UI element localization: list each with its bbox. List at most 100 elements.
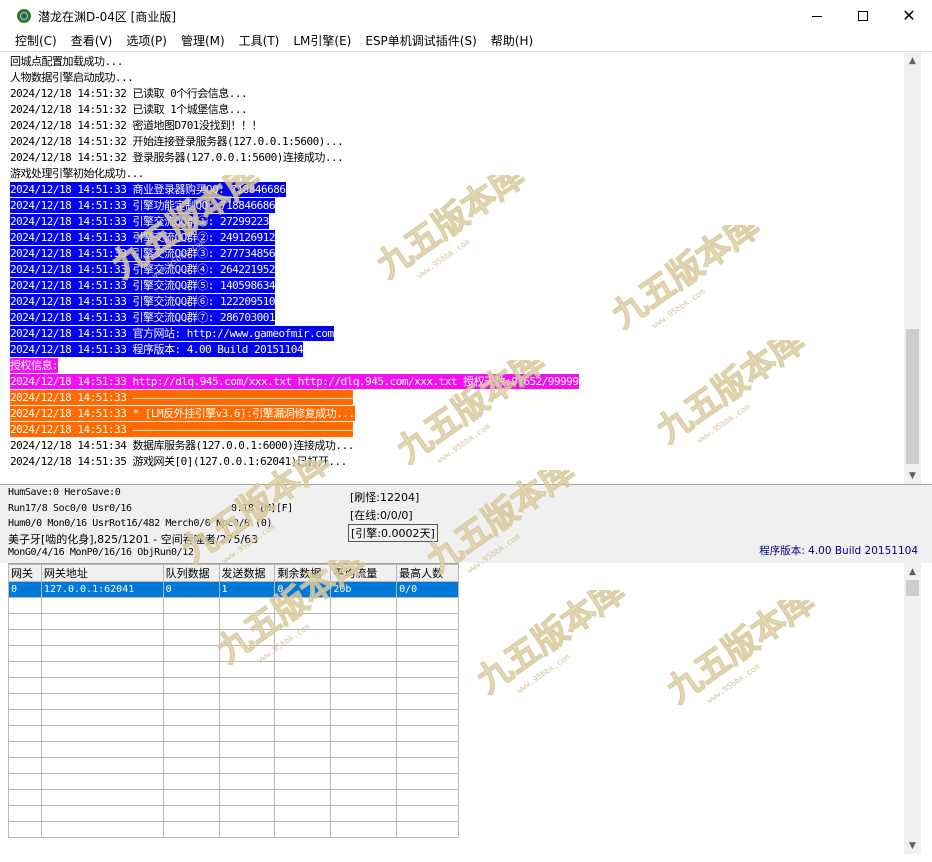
grid-scroll-thumb[interactable] bbox=[906, 580, 919, 596]
empty-row bbox=[8, 613, 459, 630]
log-line: 2024/12/18 14:51:35 游戏网关[0](127.0.0.1:62… bbox=[10, 454, 921, 470]
log-line: 2024/12/18 14:51:33 ————————————————————… bbox=[10, 390, 921, 406]
empty-row bbox=[8, 693, 459, 710]
minimize-button[interactable] bbox=[794, 0, 840, 32]
menu-esp-plugin[interactable]: ESP单机调试插件(S) bbox=[358, 32, 483, 51]
log-line-text: 2024/12/18 14:51:33 ————————————————————… bbox=[10, 390, 353, 405]
empty-row bbox=[8, 757, 459, 774]
log-line-text: 2024/12/18 14:51:32 已读取 0个行会信息... bbox=[10, 87, 248, 100]
log-line-text: 2024/12/18 14:51:35 游戏网关[0](127.0.0.1:62… bbox=[10, 455, 347, 468]
maximize-button[interactable] bbox=[840, 0, 886, 32]
empty-row bbox=[8, 709, 459, 726]
log-line-text: 2024/12/18 14:51:33 引擎交流QQ群⑤: 140598634 bbox=[10, 278, 276, 293]
grid-scroll-up-icon[interactable]: ▲ bbox=[904, 563, 921, 580]
title-bar: 潜龙在渊D-04区 [商业版] ✕ bbox=[0, 0, 932, 32]
log-line: 2024/12/18 14:51:33 引擎交流QQ群⑦: 286703001 bbox=[10, 310, 921, 326]
column-header[interactable]: 剩余数据 bbox=[274, 564, 332, 582]
grid-scrollbar[interactable]: ▲ ▼ bbox=[904, 563, 921, 854]
table-cell: 0/0 bbox=[396, 581, 459, 598]
menu-options[interactable]: 选项(P) bbox=[119, 32, 174, 51]
log-line: 2024/12/18 14:51:32 登录服务器(127.0.0.1:5600… bbox=[10, 150, 921, 166]
log-line: 2024/12/18 14:51:32 已读取 1个城堡信息... bbox=[10, 102, 921, 118]
log-line: 授权信息: bbox=[10, 358, 921, 374]
log-line-text: 2024/12/18 14:51:34 数据库服务器(127.0.0.1:600… bbox=[10, 439, 354, 452]
window-title: 潜龙在渊D-04区 [商业版] bbox=[38, 9, 177, 24]
log-line: 2024/12/18 14:51:33 * [LM反外挂引擎v3.6]:引擎漏洞… bbox=[10, 406, 921, 422]
log-output[interactable]: 回城点配置加载成功... 人物数据引擎启动成功... 2024/12/18 14:5… bbox=[0, 52, 921, 484]
close-button[interactable]: ✕ bbox=[886, 0, 932, 32]
column-header[interactable]: 最高人数 bbox=[396, 564, 459, 582]
empty-row bbox=[8, 773, 459, 790]
empty-row bbox=[8, 821, 459, 838]
log-line: 回城点配置加载成功... bbox=[10, 54, 921, 70]
empty-row bbox=[8, 645, 459, 662]
log-line-text: 人物数据引擎启动成功... bbox=[10, 71, 134, 84]
log-line: 2024/12/18 14:51:32 密道地图D701没找到！！！ bbox=[10, 118, 921, 134]
log-line-text: 2024/12/18 14:51:33 引擎交流QQ群⑥: 122209510 bbox=[10, 294, 276, 309]
scroll-thumb[interactable] bbox=[906, 329, 919, 464]
empty-row bbox=[8, 741, 459, 758]
log-line-text: 2024/12/18 14:51:33 引擎功能定制QQ: 718846686 bbox=[10, 198, 276, 213]
status-panel: HumSave:0 HeroSave:0 Run17/8 Soc0/0 Usr0… bbox=[0, 484, 932, 563]
status-engine: [引擎:0.0002天] bbox=[348, 524, 438, 542]
menu-view[interactable]: 查看(V) bbox=[64, 32, 120, 51]
close-icon: ✕ bbox=[902, 6, 916, 25]
log-line: 2024/12/18 14:51:33 引擎交流QQ群②: 249126912 bbox=[10, 230, 921, 246]
log-line: 2024/12/18 14:51:32 已读取 0个行会信息... bbox=[10, 86, 921, 102]
log-line-text: 2024/12/18 14:51:33 引擎交流QQ群②: 249126912 bbox=[10, 230, 276, 245]
empty-row bbox=[8, 597, 459, 614]
gateway-grid[interactable]: 网关 网关地址 队列数据 发送数据 剩余数据 平均流量 最高人数 0 127.0.0.1:62… bbox=[8, 563, 459, 854]
empty-row bbox=[8, 789, 459, 806]
empty-row bbox=[8, 725, 459, 742]
log-line-text: 游戏处理引擎初始化成功... bbox=[10, 167, 144, 180]
status-refresh: [刷怪:12204] bbox=[350, 491, 420, 504]
log-scrollbar[interactable]: ▲ ▼ bbox=[904, 52, 921, 484]
table-cell: 0 bbox=[162, 581, 220, 598]
table-cell: 0 bbox=[8, 581, 42, 598]
status-hum: Hum0/0 Mon0/16 UsrRot16/482 Merch0/0 Npc… bbox=[8, 518, 273, 529]
log-line: 2024/12/18 14:51:34 数据库服务器(127.0.0.1:600… bbox=[10, 438, 921, 454]
table-row[interactable]: 0 127.0.0.1:62041 0 1 0 20b 0/0 bbox=[8, 581, 459, 598]
log-line-text: 回城点配置加载成功... bbox=[10, 55, 123, 68]
log-line-text: 2024/12/18 14:51:33 引擎交流QQ群③: 277734856 bbox=[10, 246, 276, 261]
menu-bar: 控制(C) 查看(V) 选项(P) 管理(M) 工具(T) LM引擎(E) ES… bbox=[0, 32, 932, 51]
log-line: 游戏处理引擎初始化成功... bbox=[10, 166, 921, 182]
gateway-table: 网关 网关地址 队列数据 发送数据 剩余数据 平均流量 最高人数 0 127.0.0.1:62… bbox=[8, 564, 459, 838]
menu-lm-engine[interactable]: LM引擎(E) bbox=[286, 32, 358, 51]
column-header[interactable]: 网关 bbox=[8, 564, 42, 582]
log-line: 2024/12/18 14:51:33 引擎交流QQ群③: 277734856 bbox=[10, 246, 921, 262]
log-line-text: 2024/12/18 14:51:33 商业登录器购买QQ: 718846686 bbox=[10, 182, 286, 197]
menu-help[interactable]: 帮助(H) bbox=[484, 32, 540, 51]
log-line-text: 2024/12/18 14:51:33 引擎交流QQ群⑦: 286703001 bbox=[10, 310, 276, 325]
scroll-up-icon[interactable]: ▲ bbox=[904, 52, 921, 69]
grid-scroll-down-icon[interactable]: ▼ bbox=[904, 837, 921, 854]
log-line: 2024/12/18 14:51:33 http://dlq.945.com/x… bbox=[10, 374, 921, 390]
grid-empty-area bbox=[459, 563, 904, 854]
log-line-text: 2024/12/18 14:51:32 已读取 1个城堡信息... bbox=[10, 103, 248, 116]
status-save: HumSave:0 HeroSave:0 bbox=[8, 487, 121, 498]
minimize-icon bbox=[812, 15, 822, 17]
empty-row bbox=[8, 661, 459, 678]
empty-row bbox=[8, 805, 459, 822]
log-line: 2024/12/18 14:51:33 ————————————————————… bbox=[10, 422, 921, 438]
log-line: 2024/12/18 14:51:33 引擎交流QQ群①: 27299223 bbox=[10, 214, 921, 230]
status-run: Run17/8 Soc0/0 Usr0/16 bbox=[8, 503, 132, 514]
column-header[interactable]: 发送数据 bbox=[218, 564, 276, 582]
scroll-down-icon[interactable]: ▼ bbox=[904, 467, 921, 484]
table-cell: 20b bbox=[330, 581, 398, 598]
menu-tools[interactable]: 工具(T) bbox=[232, 32, 287, 51]
log-line: 人物数据引擎启动成功... bbox=[10, 70, 921, 86]
log-line-text: 2024/12/18 14:51:32 密道地图D701没找到！！！ bbox=[10, 119, 262, 132]
log-line-text: 2024/12/18 14:51:33 引擎交流QQ群④: 264221952 bbox=[10, 262, 276, 277]
column-header[interactable]: 队列数据 bbox=[162, 564, 220, 582]
maximize-icon bbox=[858, 11, 868, 21]
menu-control[interactable]: 控制(C) bbox=[8, 32, 64, 51]
column-header[interactable]: 平均流量 bbox=[330, 564, 398, 582]
table-cell: 1 bbox=[218, 581, 276, 598]
log-line: 2024/12/18 14:51:33 官方网站: http://www.gam… bbox=[10, 326, 921, 342]
table-cell: 0 bbox=[274, 581, 332, 598]
status-online: [在线:0/0/0] bbox=[350, 509, 413, 522]
column-header[interactable]: 网关地址 bbox=[40, 564, 164, 582]
menu-manage[interactable]: 管理(M) bbox=[174, 32, 232, 51]
status-timer: 0:18 [M][F] bbox=[231, 503, 293, 514]
